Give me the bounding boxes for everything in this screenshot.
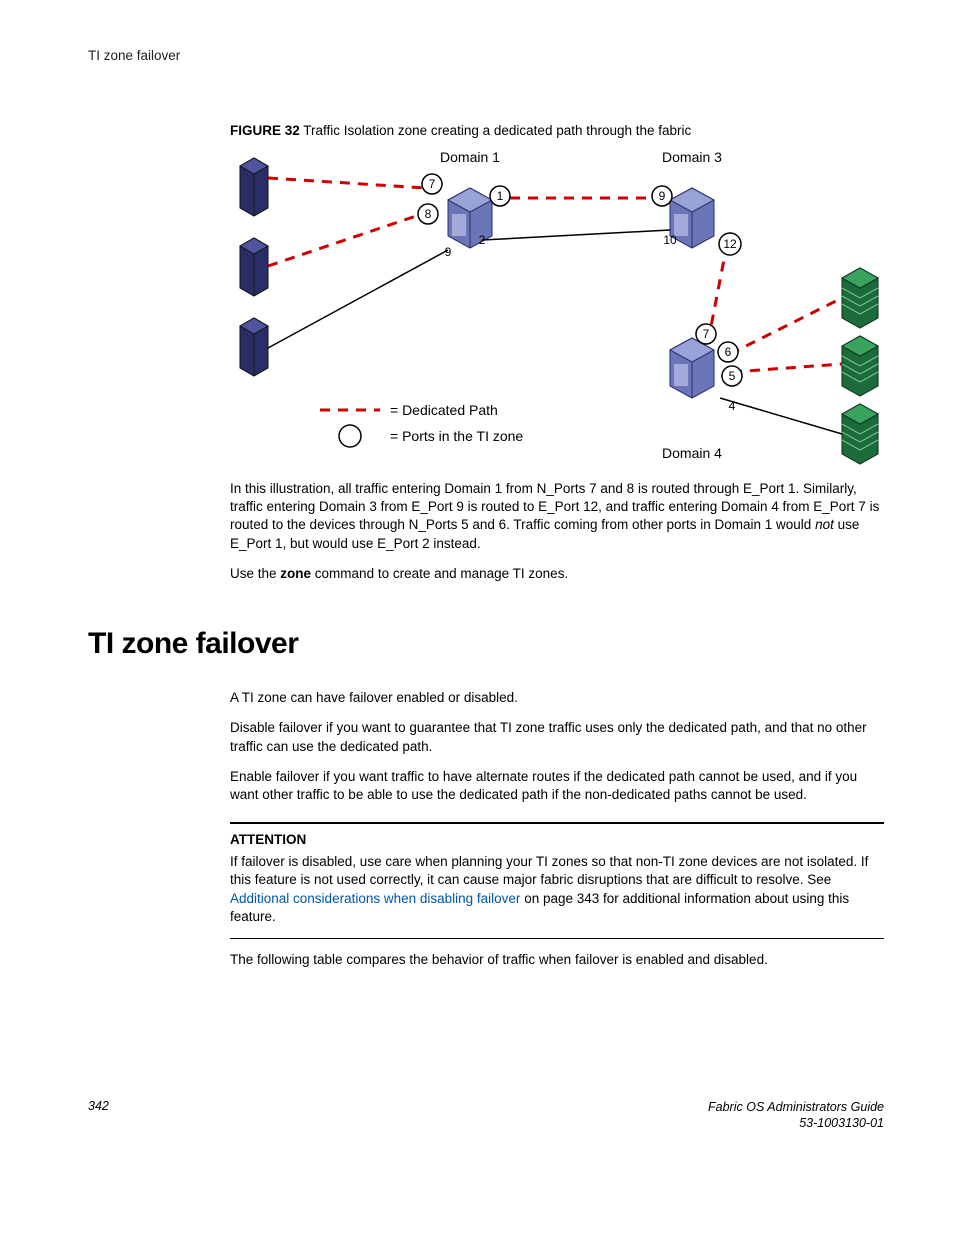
svg-text:9: 9 xyxy=(445,245,452,259)
figure-diagram: Domain 1 Domain 3 Domain 4 7 8 1 2 9 9 1… xyxy=(230,148,890,468)
domain3-label: Domain 3 xyxy=(662,149,722,165)
figure-caption-text: Traffic Isolation zone creating a dedica… xyxy=(303,123,691,138)
figure-label: FIGURE 32 xyxy=(230,123,300,138)
body-paragraph: Use the zone command to create and manag… xyxy=(230,565,884,583)
storage-icon xyxy=(842,268,878,328)
page-footer: 342 Fabric OS Administrators Guide 53-10… xyxy=(88,1099,884,1132)
body-paragraph: In this illustration, all traffic enteri… xyxy=(230,480,884,553)
svg-text:6: 6 xyxy=(725,345,732,359)
svg-text:7: 7 xyxy=(429,177,436,191)
divider xyxy=(230,938,884,939)
svg-text:7: 7 xyxy=(703,327,710,341)
svg-text:12: 12 xyxy=(723,237,737,251)
doc-title: Fabric OS Administrators Guide xyxy=(708,1100,884,1114)
switch-icon xyxy=(670,338,714,398)
page-number: 342 xyxy=(88,1099,109,1113)
attention-text: If failover is disabled, use care when p… xyxy=(230,853,884,926)
host-icon xyxy=(240,318,268,376)
main-content: FIGURE 32 Traffic Isolation zone creatin… xyxy=(230,123,884,583)
attention-label: ATTENTION xyxy=(230,832,884,847)
host-icon xyxy=(240,158,268,216)
domain1-label: Domain 1 xyxy=(440,149,500,165)
svg-text:9: 9 xyxy=(659,189,666,203)
page: TI zone failover FIGURE 32 Traffic Isola… xyxy=(0,0,954,1157)
host-icon xyxy=(240,238,268,296)
svg-text:4: 4 xyxy=(729,399,736,413)
svg-text:2: 2 xyxy=(479,233,486,247)
svg-text:5: 5 xyxy=(729,369,736,383)
body-paragraph: Disable failover if you want to guarante… xyxy=(230,719,884,755)
storage-icon xyxy=(842,336,878,396)
figure-caption: FIGURE 32 Traffic Isolation zone creatin… xyxy=(230,123,884,138)
svg-text:1: 1 xyxy=(497,189,504,203)
divider xyxy=(230,822,884,824)
body-paragraph: Enable failover if you want traffic to h… xyxy=(230,768,884,804)
svg-text:10: 10 xyxy=(663,233,677,247)
legend-dedicated: = Dedicated Path xyxy=(390,402,498,418)
domain4-label: Domain 4 xyxy=(662,445,722,461)
svg-text:8: 8 xyxy=(425,207,432,221)
cross-reference-link[interactable]: Additional considerations when disabling… xyxy=(230,891,520,906)
body-paragraph: The following table compares the behavio… xyxy=(230,951,884,969)
running-head: TI zone failover xyxy=(88,48,884,63)
switch-icon xyxy=(448,188,492,248)
body-paragraph: A TI zone can have failover enabled or d… xyxy=(230,689,884,707)
storage-icon xyxy=(842,404,878,464)
legend-ports: = Ports in the TI zone xyxy=(390,428,523,444)
doc-number: 53-1003130-01 xyxy=(799,1116,884,1130)
section-body: A TI zone can have failover enabled or d… xyxy=(230,689,884,969)
section-heading: TI zone failover xyxy=(88,627,884,661)
